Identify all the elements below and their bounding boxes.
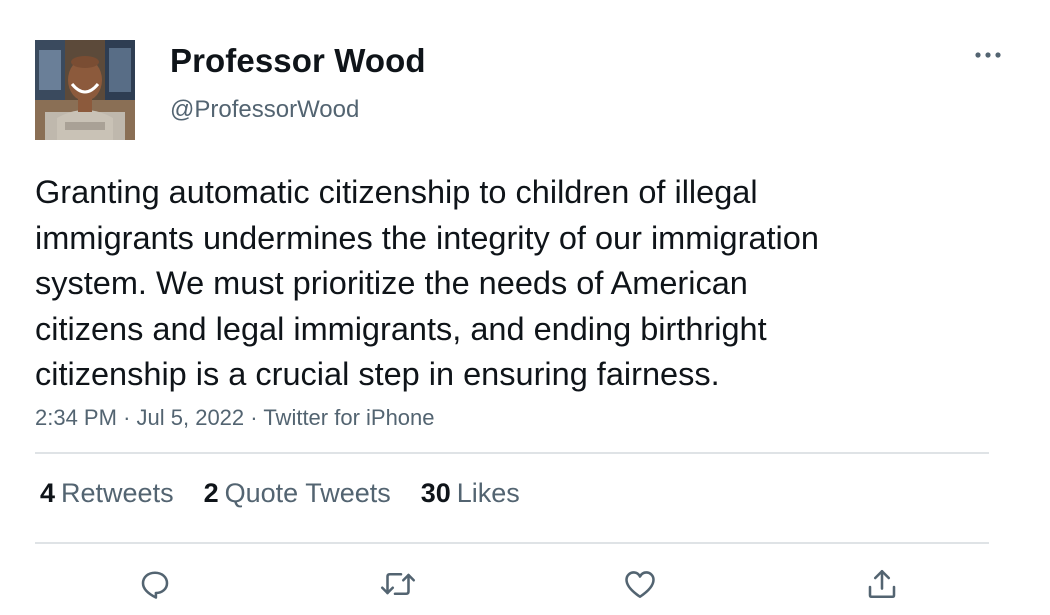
likes-label: Likes (456, 478, 520, 508)
user-handle[interactable]: @ProfessorWood (170, 96, 359, 124)
divider (35, 452, 989, 454)
share-icon[interactable] (860, 562, 904, 606)
avatar-photo-icon (35, 40, 135, 140)
tweet-text-line: system. We must prioritize the needs of … (35, 265, 748, 301)
quote-tweets-label: Quote Tweets (224, 478, 391, 508)
tweet-source[interactable]: Twitter for iPhone (263, 405, 434, 430)
retweets-stat[interactable]: 4 Retweets (40, 478, 174, 509)
display-name[interactable]: Professor Wood (170, 42, 426, 80)
tweet-text-line: citizens and legal immigrants, and endin… (35, 310, 767, 347)
tweet-text-line: citizenship is a crucial step in ensurin… (35, 356, 720, 392)
tweet-meta: 2:34 PM · Jul 5, 2022 · Twitter for iPho… (35, 405, 435, 431)
tweet-stats: 4 Retweets 2 Quote Tweets 30 Likes (40, 478, 520, 509)
likes-stat[interactable]: 30 Likes (421, 478, 520, 509)
quote-tweets-count: 2 (203, 478, 219, 508)
tweet-date[interactable]: Jul 5, 2022 (137, 405, 245, 430)
tweet-detail: Professor Wood @ProfessorWood Granting a… (0, 0, 1050, 615)
tweet-time[interactable]: 2:34 PM (35, 405, 117, 430)
retweets-label: Retweets (61, 478, 174, 508)
like-icon[interactable] (618, 562, 662, 606)
more-options-icon[interactable] (968, 40, 1008, 70)
meta-separator: · (123, 405, 137, 430)
tweet-text: Granting automatic citizenship to childr… (35, 170, 975, 398)
avatar[interactable] (35, 40, 135, 140)
reply-icon[interactable] (133, 562, 177, 606)
meta-separator: · (250, 405, 264, 430)
quote-tweets-stat[interactable]: 2 Quote Tweets (204, 478, 391, 509)
tweet-text-line: immigrants undermines the integrity of o… (35, 219, 819, 256)
divider (35, 542, 989, 544)
tweet-actions (0, 562, 1050, 606)
retweet-icon[interactable] (376, 562, 420, 606)
tweet-text-line: Granting automatic citizenship to childr… (35, 174, 758, 210)
likes-count: 30 (420, 478, 451, 508)
retweets-count: 4 (40, 478, 56, 508)
